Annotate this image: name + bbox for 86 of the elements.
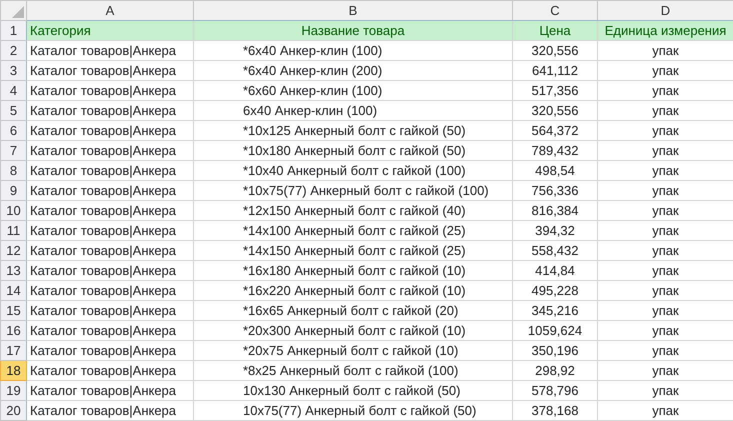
row-header[interactable]: 16	[0, 320, 26, 340]
header-cell: Название товара	[194, 20, 512, 40]
table-cell: 816,384	[512, 200, 598, 220]
row-header[interactable]: 19	[0, 380, 26, 400]
table-cell: 789,432	[512, 140, 598, 160]
table-cell: *10x180 Анкерный болт с гайкой (50)	[194, 140, 512, 160]
table-cell: *10x75(77) Анкерный болт с гайкой (100)	[194, 180, 512, 200]
table-cell: Каталог товаров|Анкера	[26, 400, 194, 420]
table-cell: 578,796	[512, 380, 598, 400]
select-all-icon[interactable]	[12, 6, 24, 18]
table-cell: Каталог товаров|Анкера	[26, 180, 194, 200]
table-cell: 320,556	[512, 40, 598, 60]
table-cell: 641,112	[512, 60, 598, 80]
table-cell: *20x300 Анкерный болт с гайкой (10)	[194, 320, 512, 340]
column-header[interactable]: A	[26, 0, 194, 20]
table-cell: Каталог товаров|Анкера	[26, 280, 194, 300]
table-cell: 498,54	[512, 160, 598, 180]
table-cell: *20x75 Анкерный болт с гайкой (10)	[194, 340, 512, 360]
table-cell: 756,336	[512, 180, 598, 200]
row-header[interactable]: 1	[0, 20, 26, 40]
table-cell: 10x75(77) Анкерный болт с гайкой (50)	[194, 400, 512, 420]
table-cell: *14x150 Анкерный болт с гайкой (25)	[194, 240, 512, 260]
row-header[interactable]: 20	[0, 400, 26, 420]
row-header[interactable]: 4	[0, 80, 26, 100]
table-cell: *6x60 Анкер-клин (100)	[194, 80, 512, 100]
table-cell: *10x125 Анкерный болт с гайкой (50)	[194, 120, 512, 140]
table-cell: 298,92	[512, 360, 598, 380]
table-cell: Каталог товаров|Анкера	[26, 140, 194, 160]
row-header[interactable]: 14	[0, 280, 26, 300]
table-cell: 414,84	[512, 260, 598, 280]
table-cell: 10x130 Анкерный болт с гайкой (50)	[194, 380, 512, 400]
row-header[interactable]: 8	[0, 160, 26, 180]
table-cell: Каталог товаров|Анкера	[26, 240, 194, 260]
table-cell: *10x40 Анкерный болт с гайкой (100)	[194, 160, 512, 180]
table-cell: 517,356	[512, 80, 598, 100]
table-cell: Каталог товаров|Анкера	[26, 380, 194, 400]
header-cell: Единица измерения	[598, 20, 733, 40]
row-header[interactable]: 5	[0, 100, 26, 120]
table-cell: *14x100 Анкерный болт с гайкой (25)	[194, 220, 512, 240]
table-cell: 558,432	[512, 240, 598, 260]
row-header[interactable]: 12	[0, 240, 26, 260]
column-header[interactable]: B	[194, 0, 512, 20]
table-cell: *16x65 Анкерный болт с гайкой (20)	[194, 300, 512, 320]
table-cell: 6x40 Анкер-клин (100)	[194, 100, 512, 120]
table-cell: Каталог товаров|Анкера	[26, 160, 194, 180]
table-cell: *16x180 Анкерный болт с гайкой (10)	[194, 260, 512, 280]
table-cell: 1059,624	[512, 320, 598, 340]
row-header[interactable]: 2	[0, 40, 26, 60]
table-cell: *6x40 Анкер-клин (200)	[194, 60, 512, 80]
table-cell: Каталог товаров|Анкера	[26, 40, 194, 60]
header-cell: Категория	[26, 20, 194, 40]
table-cell: 350,196	[512, 340, 598, 360]
column-header[interactable]: D	[598, 0, 733, 20]
header-cell: Цена	[512, 20, 598, 40]
table-cell: Каталог товаров|Анкера	[26, 320, 194, 340]
row-header[interactable]: 6	[0, 120, 26, 140]
row-header[interactable]: 9	[0, 180, 26, 200]
table-cell: Каталог товаров|Анкера	[26, 200, 194, 220]
row-header[interactable]: 3	[0, 60, 26, 80]
table-cell: *8x25 Анкерный болт с гайкой (100)	[194, 360, 512, 380]
row-header[interactable]: 18	[0, 360, 26, 380]
row-header[interactable]: 15	[0, 300, 26, 320]
table-cell: Каталог товаров|Анкера	[26, 60, 194, 80]
table-cell: 320,556	[512, 100, 598, 120]
table-cell: 495,228	[512, 280, 598, 300]
table-cell: *6x40 Анкер-клин (100)	[194, 40, 512, 60]
table-cell: 394,32	[512, 220, 598, 240]
row-header[interactable]: 13	[0, 260, 26, 280]
row-header[interactable]: 10	[0, 200, 26, 220]
table-cell: Каталог товаров|Анкера	[26, 80, 194, 100]
row-header[interactable]: 7	[0, 140, 26, 160]
table-cell: Каталог товаров|Анкера	[26, 260, 194, 280]
table-cell: Каталог товаров|Анкера	[26, 220, 194, 240]
table-cell: Каталог товаров|Анкера	[26, 340, 194, 360]
table-cell: 564,372	[512, 120, 598, 140]
table-cell: *12x150 Анкерный болт с гайкой (40)	[194, 200, 512, 220]
table-cell: *16x220 Анкерный болт с гайкой (10)	[194, 280, 512, 300]
row-header[interactable]: 11	[0, 220, 26, 240]
table-cell: Каталог товаров|Анкера	[26, 360, 194, 380]
table-cell: Каталог товаров|Анкера	[26, 120, 194, 140]
row-header[interactable]: 17	[0, 340, 26, 360]
table-cell: Каталог товаров|Анкера	[26, 300, 194, 320]
table-cell: Каталог товаров|Анкера	[26, 100, 194, 120]
table-cell: 378,168	[512, 400, 598, 420]
column-header[interactable]: C	[512, 0, 598, 20]
table-cell: 345,216	[512, 300, 598, 320]
